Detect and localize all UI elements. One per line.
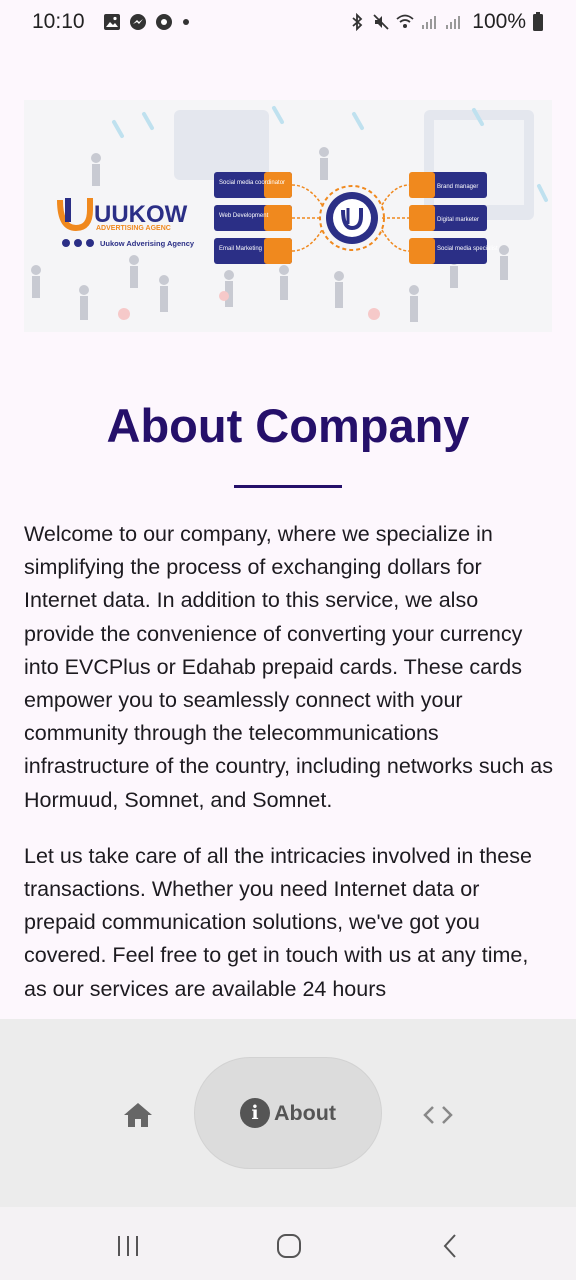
- chat-icon: [155, 14, 172, 30]
- page-title: About Company: [106, 399, 470, 452]
- mute-icon: [373, 14, 389, 30]
- banner-agency: Uukow Adverising Agency: [100, 239, 195, 248]
- nav-home-button[interactable]: [118, 1097, 158, 1133]
- title-divider: [234, 485, 342, 488]
- status-bar: 10:10 100%: [0, 0, 576, 44]
- nav-about-button[interactable]: i About: [194, 1057, 382, 1169]
- about-paragraph: Welcome to our company, where we special…: [24, 522, 553, 812]
- bluetooth-icon: [352, 13, 363, 31]
- system-navigation-bar: [0, 1207, 576, 1280]
- banner-right-item-2: Digital marketer: [437, 217, 479, 223]
- banner-left-item-3: Email Marketing: [219, 246, 262, 252]
- gallery-icon: [103, 14, 120, 30]
- banner-right-items: Brand manager Digital marketer Social me…: [409, 172, 498, 264]
- banner-right-item-3: Social media specialist: [437, 246, 498, 252]
- dot-icon: [182, 19, 189, 25]
- recent-apps-icon[interactable]: [113, 1231, 143, 1261]
- clock: 10:10: [32, 10, 85, 33]
- signal-icon: [446, 16, 461, 29]
- messenger-icon: [129, 14, 146, 30]
- banner-right-item-1: Brand manager: [437, 184, 478, 190]
- banner-left-items: Social media coordinator Web Development…: [214, 172, 292, 264]
- code-icon: [423, 1106, 453, 1124]
- info-icon: i: [239, 1098, 270, 1128]
- signal-icon: [422, 16, 437, 29]
- nav-about-label: About: [273, 1100, 337, 1125]
- banner-brand: UUKOW: [94, 201, 188, 228]
- home-icon: [124, 1103, 152, 1127]
- banner-left-item-1: Social media coordinator: [219, 180, 285, 186]
- battery-level: 100%: [472, 10, 526, 33]
- banner-illustration: UUKOW ADVERTISING AGENC Uukow Adverising…: [24, 100, 552, 332]
- home-circle-icon[interactable]: [274, 1231, 304, 1261]
- battery-icon: [533, 12, 543, 31]
- about-paragraph: Let us take care of all the intricacies …: [24, 843, 532, 1001]
- banner-left-item-2: Web Development: [219, 213, 269, 219]
- wifi-icon: [396, 14, 414, 28]
- back-icon[interactable]: [436, 1231, 466, 1261]
- nav-code-button[interactable]: [418, 1097, 458, 1133]
- about-content[interactable]: Welcome to our company, where we special…: [24, 518, 554, 1018]
- bottom-navigation: i About: [0, 1019, 576, 1207]
- banner-tagline: ADVERTISING AGENC: [96, 225, 171, 232]
- company-banner: UUKOW ADVERTISING AGENC Uukow Adverising…: [24, 100, 552, 332]
